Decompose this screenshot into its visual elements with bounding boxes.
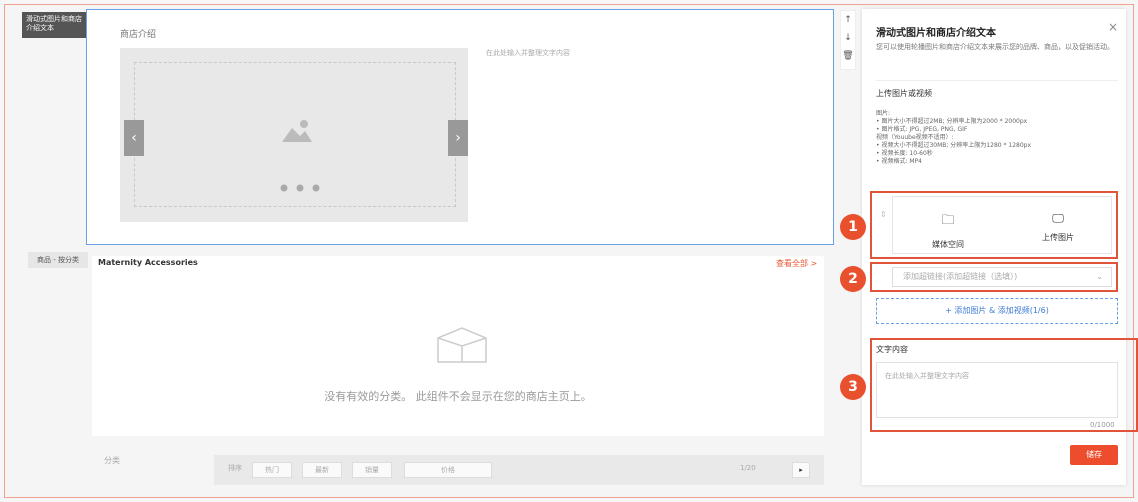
text-content-title: 文字内容 xyxy=(876,345,908,354)
media-space-label: 媒体空间 xyxy=(932,240,964,249)
next-page-button[interactable]: ▸ xyxy=(792,462,810,478)
image-icon xyxy=(280,118,314,148)
monitor-icon: 🖵 xyxy=(1052,211,1064,225)
divider xyxy=(876,80,1118,81)
pagination-text: 1/20 xyxy=(740,464,756,472)
slider-next-button[interactable]: › xyxy=(448,120,468,156)
sort-chip-newest[interactable]: 最新 xyxy=(302,462,342,478)
hyperlink-select[interactable]: 添加超链接(添加超链接（选填）) ⌄ xyxy=(892,267,1112,287)
upload-image-label: 上传图片 xyxy=(1042,233,1074,242)
marker-3: 3 xyxy=(840,374,866,400)
move-down-icon[interactable]: ↓ xyxy=(841,29,855,47)
close-icon[interactable]: × xyxy=(1108,20,1118,34)
shop-intro-title: 商店介绍 xyxy=(120,30,157,40)
sort-price-select[interactable]: 价格 xyxy=(404,462,492,478)
upload-requirements: 图片: • 图片大小不得超过2MB; 分辨率上限为2000 * 2000px •… xyxy=(876,110,1032,165)
drag-handle-icon[interactable]: ⇕ xyxy=(880,210,887,219)
slider-prev-button[interactable]: ‹ xyxy=(124,120,144,156)
marker-2: 2 xyxy=(840,266,866,292)
intro-text-placeholder[interactable]: 在此处输入并整理文字内容 xyxy=(486,48,570,58)
marker-1: 1 xyxy=(840,214,866,240)
text-content-input[interactable]: 在此处输入并整理文字内容 xyxy=(876,362,1118,418)
add-media-button[interactable]: + 添加图片 & 添加视频(1/6) xyxy=(876,298,1118,324)
dots-indicator xyxy=(278,178,322,197)
panel-title: 滑动式图片和商店介绍文本 xyxy=(876,28,996,39)
hyperlink-placeholder: 添加超链接(添加超链接（选填）) xyxy=(903,272,1018,281)
view-all-link[interactable]: 查看全部 > xyxy=(776,258,817,269)
component-toolbar: ↑ ↓ 🗑 xyxy=(840,10,856,70)
upload-options: 🗀 媒体空间 🖵 上传图片 xyxy=(892,196,1112,254)
upload-section-title: 上传图片或视频 xyxy=(876,89,932,98)
sort-chip-hot[interactable]: 热门 xyxy=(252,462,292,478)
panel-description: 您可以使用轮播图片和商店介绍文本来展示您的品牌、商品，以及促销活动。 xyxy=(876,43,1114,51)
move-up-icon[interactable]: ↑ xyxy=(841,11,855,29)
category-title: Maternity Accessories xyxy=(98,258,198,267)
category-component-label: 商品 - 按分类 xyxy=(28,252,88,268)
category-filter-label: 分类 xyxy=(104,456,120,465)
chevron-down-icon: ⌄ xyxy=(1096,272,1103,281)
delete-icon[interactable]: 🗑 xyxy=(841,47,855,65)
folder-icon: 🗀 xyxy=(941,213,955,228)
char-counter: 0/1000 xyxy=(1090,421,1115,429)
empty-message: 没有有效的分类。 此组件不会显示在您的商店主页上。 xyxy=(324,390,592,403)
save-button[interactable]: 储存 xyxy=(1070,445,1118,465)
upload-image-button[interactable]: 🖵 上传图片 xyxy=(1003,197,1113,255)
component-label: 滑动式图片和商店介绍文本 xyxy=(22,12,90,38)
sort-chip-sales[interactable]: 销量 xyxy=(352,462,392,478)
empty-box-icon xyxy=(432,320,492,372)
sort-label: 排序 xyxy=(228,464,242,472)
media-space-button[interactable]: 🗀 媒体空间 xyxy=(893,197,1003,255)
